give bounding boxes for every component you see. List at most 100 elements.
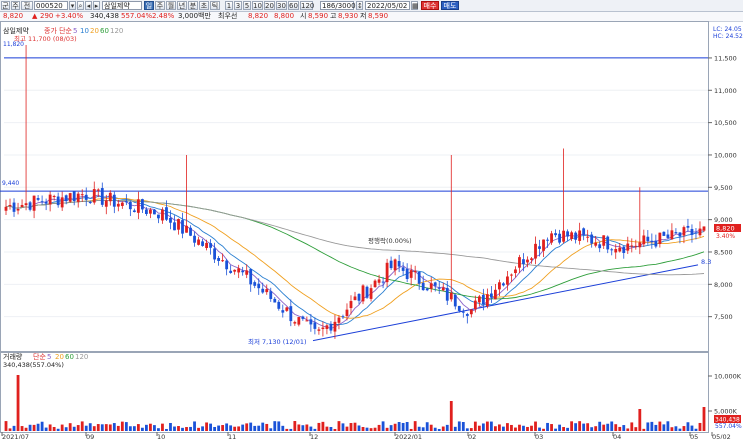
toolbar-market-button[interactable]: 전 <box>21 1 33 10</box>
sell-button[interactable]: 매도 <box>441 1 459 10</box>
volume-bar <box>413 421 417 431</box>
candle-body <box>285 307 289 311</box>
candle-body <box>153 209 156 215</box>
volume-bar <box>558 424 561 431</box>
volume-bar <box>88 423 92 431</box>
volume-bar <box>690 425 694 431</box>
period-day-button[interactable]: 일 <box>144 1 154 10</box>
date-tick-label: 05/02 <box>712 433 731 439</box>
period-week-button[interactable]: 주 <box>155 1 165 10</box>
candle-body <box>666 234 670 238</box>
candle-body <box>185 225 188 233</box>
interval-10-button[interactable]: 10 <box>252 1 263 10</box>
volume-bar <box>12 425 16 431</box>
toolbar-stock-button[interactable]: 주 <box>11 1 20 10</box>
volume-bar <box>241 424 245 431</box>
period-minute-button[interactable]: 분 <box>188 1 198 10</box>
candle-body <box>389 260 393 269</box>
candle-body <box>112 194 116 207</box>
candle-body <box>36 198 40 200</box>
interval-1-button[interactable]: 1 <box>225 1 233 10</box>
volume-bar <box>590 427 594 431</box>
volume-bar <box>213 426 217 431</box>
volume-bar <box>361 426 365 431</box>
volume-bar <box>96 424 100 431</box>
scroll-icon[interactable]: ↕ <box>356 1 363 10</box>
volume-bar <box>273 421 277 431</box>
volume-bar <box>546 422 549 431</box>
volume-bar <box>642 428 646 431</box>
volume-bar <box>658 421 662 431</box>
candle-body <box>104 200 108 207</box>
toolbar-group-button[interactable]: 군 <box>1 1 10 10</box>
volume-bar <box>112 423 116 431</box>
quote-close: 8,800 <box>274 12 295 20</box>
calendar-icon[interactable]: ▦ <box>411 1 419 10</box>
candle-body <box>485 294 489 307</box>
next-icon[interactable]: ▸ <box>93 1 100 10</box>
interval-3-button[interactable]: 3 <box>234 1 242 10</box>
candle-body <box>401 267 405 271</box>
candle-body <box>48 194 52 205</box>
toolbar: 군 주 전 000520 ▾ ⌕ ◂ ▸ 삼일제약 일 주 월 년 분 초 틱 … <box>0 0 743 12</box>
volume-bar <box>48 424 52 431</box>
interval-120-button[interactable]: 120 <box>300 1 314 10</box>
candle-body <box>586 236 590 238</box>
price-axis: 11,500 11,000 10,500 10,000 9,500 9,000 8,500 8… <box>708 54 737 321</box>
price-chart[interactable]: 11,50011,00010,50010,0009,5009,0008,5008… <box>0 21 743 439</box>
candle-body <box>522 259 525 265</box>
volume-bar <box>309 426 313 431</box>
count-field[interactable]: 186/3000 <box>320 1 356 10</box>
candle-body <box>570 232 574 239</box>
period-month-button[interactable]: 월 <box>166 1 176 10</box>
candle-body <box>333 321 337 332</box>
volume-bar <box>678 428 682 431</box>
volume-bar <box>333 428 337 431</box>
candle-body <box>325 325 329 329</box>
interval-60-button[interactable]: 60 <box>288 1 299 10</box>
candle-body <box>618 247 622 252</box>
period-tick-button[interactable]: 틱 <box>210 1 220 10</box>
volume-bar <box>108 424 112 431</box>
candle-body <box>510 274 513 276</box>
candle-body <box>465 314 469 316</box>
code-dropdown-icon[interactable]: ▾ <box>69 1 76 10</box>
volume-bar <box>401 422 405 431</box>
search-icon[interactable]: ⌕ <box>77 1 84 10</box>
candle-body <box>694 232 698 234</box>
interval-5-button[interactable]: 5 <box>243 1 251 10</box>
buy-button[interactable]: 매수 <box>421 1 439 10</box>
candle-body <box>84 194 88 200</box>
candle-body <box>538 246 541 249</box>
candle-body <box>149 209 152 214</box>
period-year-button[interactable]: 년 <box>177 1 187 10</box>
interval-30-button[interactable]: 30 <box>276 1 287 10</box>
volume-bar <box>261 422 265 431</box>
volume-bar <box>149 423 152 431</box>
date-field[interactable]: 2022/05/02 <box>365 1 410 10</box>
volume-bar <box>72 426 76 431</box>
volume-bar <box>8 428 12 431</box>
candle-body <box>518 257 521 268</box>
candle-body <box>353 296 357 301</box>
candle-body <box>590 234 594 244</box>
candle-body <box>4 206 8 211</box>
volume-bar <box>634 427 638 431</box>
candle-body <box>574 232 578 240</box>
candle-body <box>369 288 373 299</box>
volume-bar <box>453 426 457 431</box>
candle-body <box>301 316 305 319</box>
candle-body <box>405 268 409 280</box>
prev-icon[interactable]: ◂ <box>85 1 92 10</box>
candle-body <box>297 317 301 325</box>
interval-20-button[interactable]: 20 <box>264 1 275 10</box>
volume-bar <box>534 421 537 431</box>
candle-body <box>610 249 614 251</box>
stock-code-input[interactable]: 000520 <box>34 1 68 10</box>
volume-bar <box>441 426 445 431</box>
candle-body <box>670 230 674 240</box>
volume-bar <box>185 427 188 431</box>
candle-body <box>116 203 120 207</box>
period-second-button[interactable]: 초 <box>199 1 209 10</box>
candle-body <box>201 241 204 246</box>
